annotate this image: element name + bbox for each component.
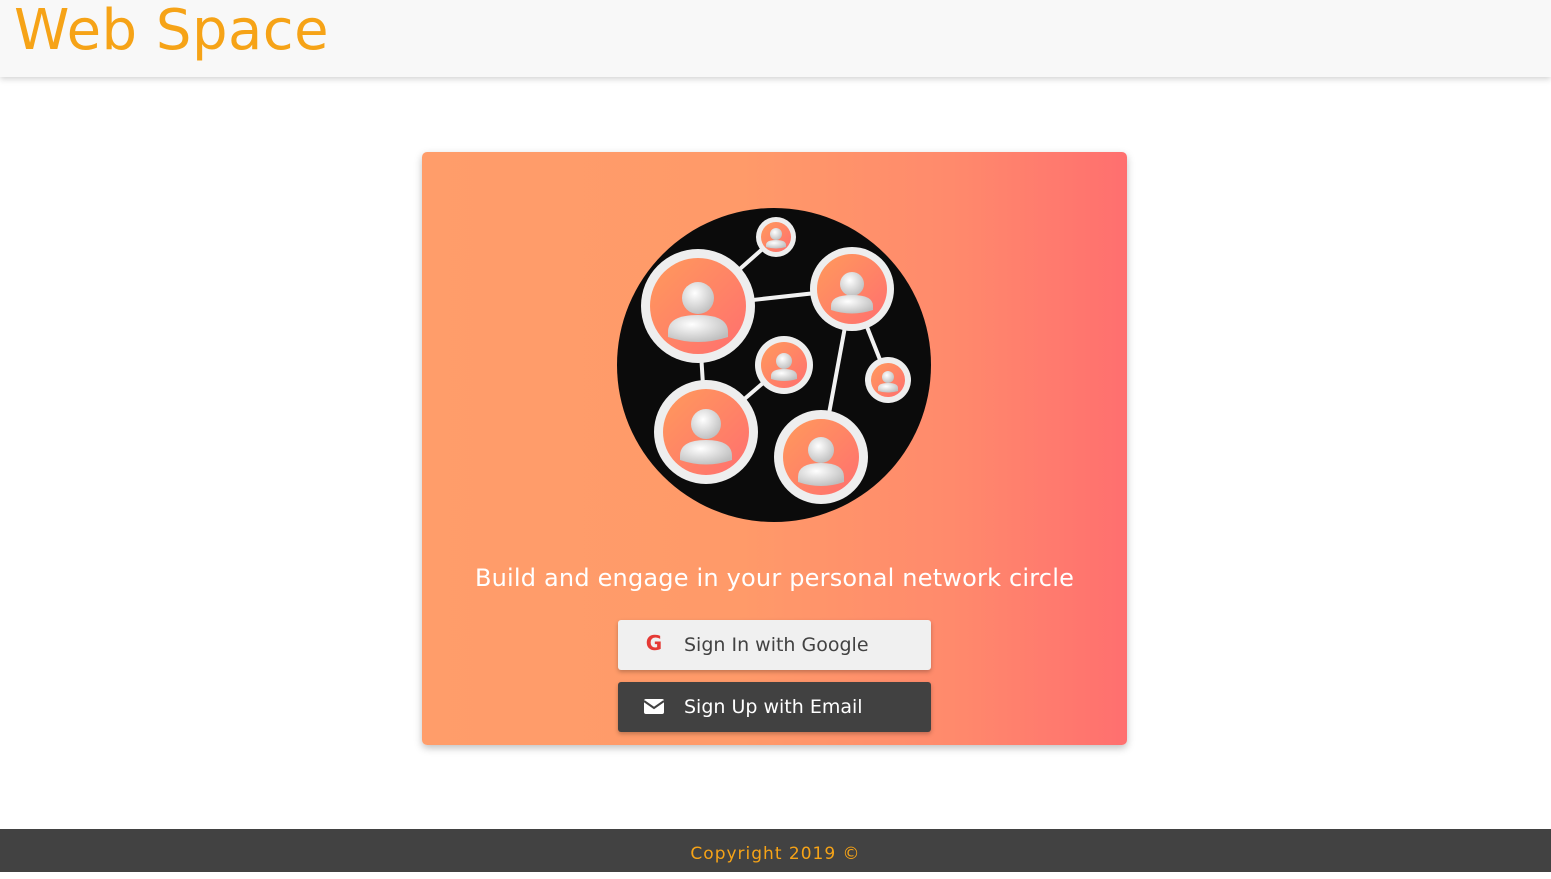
footer: Copyright 2019 © — [0, 829, 1551, 872]
sign-in-google-label: Sign In with Google — [684, 634, 869, 656]
avatar-node — [641, 249, 755, 363]
envelope-icon — [643, 699, 665, 714]
avatar-node — [654, 380, 758, 484]
brand-logo-text[interactable]: Web Space — [14, 0, 329, 66]
copyright-text: Copyright 2019 © — [690, 844, 861, 864]
google-icon: G — [646, 632, 662, 655]
tagline: Build and engage in your personal networ… — [474, 564, 1075, 592]
top-navbar: Web Space — [0, 0, 1551, 77]
network-circle-illustration — [617, 208, 931, 522]
avatar-node — [756, 217, 796, 257]
avatar-node — [755, 336, 813, 394]
welcome-card: Build and engage in your personal networ… — [422, 152, 1127, 745]
sign-up-email-label: Sign Up with Email — [684, 696, 863, 718]
svg-text:G: G — [646, 632, 662, 655]
sign-in-google-button[interactable]: G Sign In with Google — [618, 620, 931, 670]
avatar-node — [774, 410, 868, 504]
sign-up-email-button[interactable]: Sign Up with Email — [618, 682, 931, 732]
avatar-node — [810, 247, 894, 331]
avatar-node — [865, 357, 911, 403]
